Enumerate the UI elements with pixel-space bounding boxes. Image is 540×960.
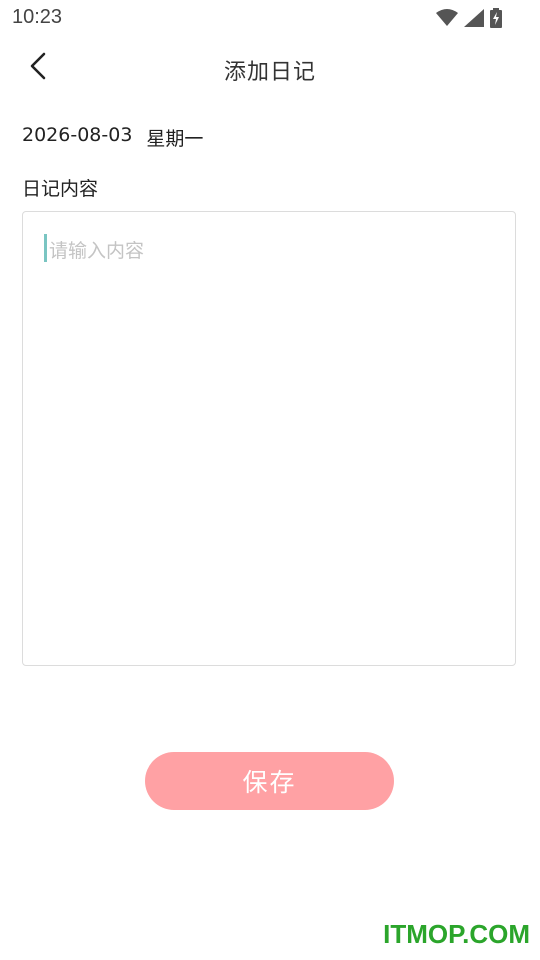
entry-date: 2026-08-03 <box>22 124 133 146</box>
content-placeholder: 请输入内容 <box>49 240 145 262</box>
text-caret <box>44 234 47 262</box>
entry-date-row: 2026-08-03 星期一 <box>22 124 203 151</box>
save-button[interactable]: 保存 <box>145 752 394 810</box>
cell-signal-icon <box>464 9 484 31</box>
watermark: ITMOP.COM <box>383 919 530 949</box>
status-bar: 10:23 <box>0 0 540 36</box>
diary-content-input[interactable]: 请输入内容 <box>22 211 516 666</box>
status-time: 10:23 <box>12 6 63 28</box>
entry-weekday: 星期一 <box>146 128 204 150</box>
battery-charging-icon <box>490 8 502 32</box>
content-label: 日记内容 <box>22 178 99 200</box>
page-title: 添加日记 <box>223 60 316 85</box>
wifi-icon <box>436 9 458 31</box>
header: 添加日记 <box>0 36 540 100</box>
status-icons <box>436 8 502 32</box>
